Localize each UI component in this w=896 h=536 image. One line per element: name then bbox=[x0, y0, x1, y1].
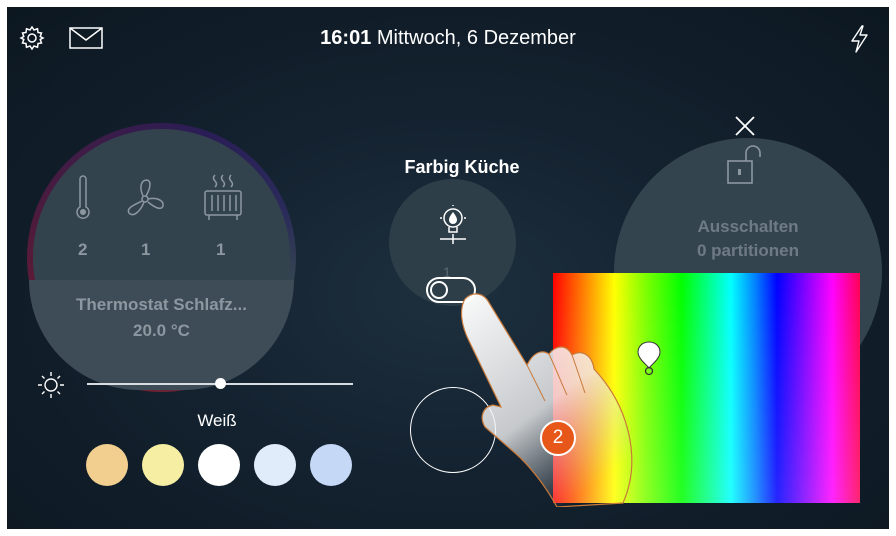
close-icon[interactable] bbox=[734, 115, 756, 142]
alarm-status-line1: Ausschalten bbox=[697, 217, 799, 236]
date-text: Mittwoch, 6 Dezember bbox=[376, 27, 576, 49]
heater-count: 1 bbox=[216, 240, 226, 259]
white-swatch-5[interactable] bbox=[310, 444, 352, 486]
thermostat-temperature: 20.0 °C bbox=[133, 321, 190, 340]
clock: 16:01 Mittwoch, 6 Dezember bbox=[7, 27, 889, 50]
color-bulb-icon bbox=[440, 205, 466, 245]
temp-count: 2 bbox=[78, 240, 88, 259]
alarm-status-line2: 0 partitionen bbox=[696, 241, 799, 260]
thermometer-icon bbox=[74, 175, 92, 221]
fan-count: 1 bbox=[141, 240, 151, 259]
hand-pointer-icon bbox=[417, 289, 642, 512]
thermostat-name: Thermostat Schlafz... bbox=[76, 295, 247, 314]
white-swatch-4[interactable] bbox=[254, 444, 296, 486]
white-swatch-2[interactable] bbox=[142, 444, 184, 486]
lightning-icon[interactable] bbox=[849, 25, 869, 53]
white-swatch-1[interactable] bbox=[86, 444, 128, 486]
light-title: Farbig Küche bbox=[404, 157, 520, 177]
brightness-slider-knob[interactable] bbox=[214, 378, 226, 389]
heater-icon bbox=[203, 173, 243, 223]
step-badge: 2 bbox=[540, 420, 576, 456]
unlock-icon bbox=[726, 145, 768, 185]
brightness-icon bbox=[38, 372, 64, 398]
time-text: 16:01 bbox=[320, 27, 372, 49]
white-swatch-3[interactable] bbox=[198, 444, 240, 486]
top-bar: 16:01 Mittwoch, 6 Dezember bbox=[7, 7, 889, 69]
white-label: Weiß bbox=[197, 411, 237, 430]
fan-icon bbox=[123, 177, 167, 221]
device-screen: 16:01 Mittwoch, 6 Dezember 2 1 1 Thermos… bbox=[7, 7, 889, 529]
